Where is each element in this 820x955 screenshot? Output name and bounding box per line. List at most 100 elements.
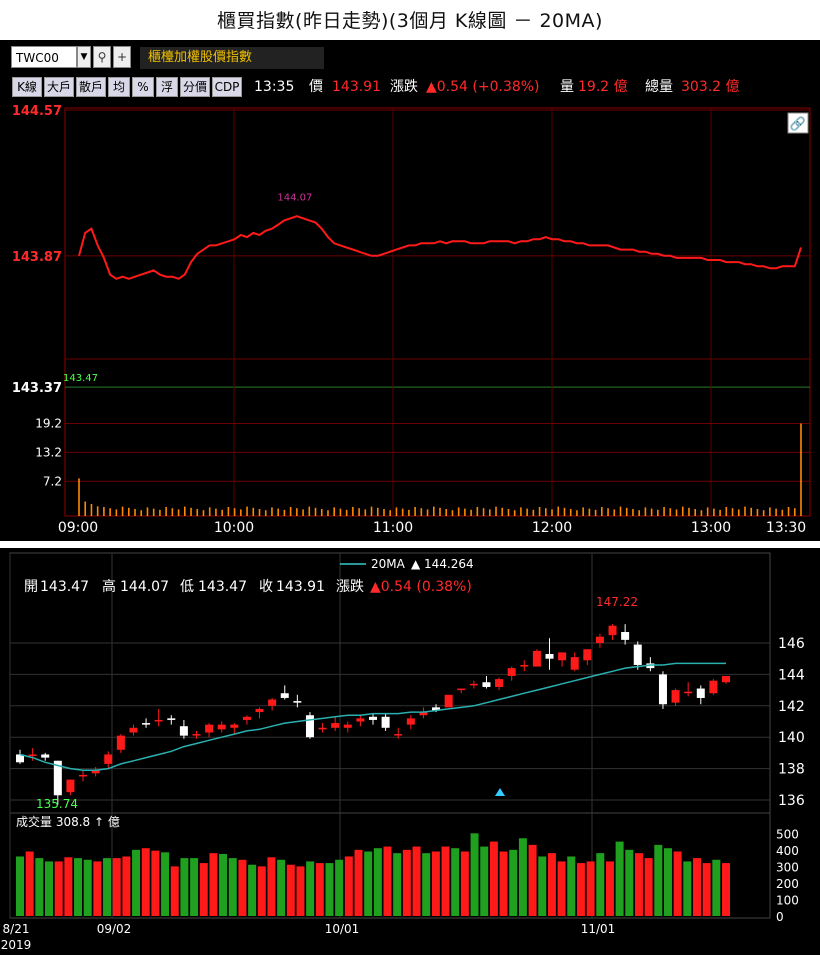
- y-tick: 138: [778, 762, 805, 778]
- vol-bar: [344, 856, 353, 916]
- candle-body: [142, 723, 151, 725]
- vol-bar: [596, 853, 605, 916]
- vol-bar: [286, 864, 295, 916]
- vol-bar: [605, 861, 614, 916]
- vol-bar: [190, 858, 199, 916]
- vol-bar: [315, 863, 324, 916]
- vol-bar: [25, 851, 34, 916]
- vol-bar: [499, 851, 508, 916]
- x-label: 11/01: [581, 922, 616, 936]
- vol-bar: [702, 863, 711, 916]
- vol-label: 19.2: [35, 416, 62, 430]
- x-label: 11:00: [373, 520, 413, 536]
- candle-body: [482, 682, 491, 687]
- vol-bar: [373, 848, 382, 916]
- vol-bar: [625, 849, 634, 916]
- candle-body: [633, 644, 642, 665]
- vol-bar: [103, 858, 112, 916]
- ohlc-text: 漲跌: [336, 579, 364, 595]
- low-mark: 135.74: [36, 797, 78, 811]
- vol-bar: [354, 849, 363, 916]
- vol-bar: [654, 844, 663, 916]
- max-price-label: 144.07: [277, 192, 312, 203]
- candle-body: [116, 735, 125, 750]
- y-tick: 140: [778, 730, 805, 746]
- vol-bar: [35, 858, 44, 916]
- candle-body: [671, 690, 680, 703]
- candle-body: [583, 649, 592, 661]
- vol-bar: [712, 859, 721, 916]
- y-label-mid: 143.87: [12, 250, 62, 265]
- candle-body: [154, 719, 163, 722]
- vol-bar: [509, 849, 518, 916]
- vol-bar: [518, 838, 527, 916]
- vol-bar: [576, 863, 585, 916]
- link-icon-glyph: 🔗: [790, 115, 806, 132]
- candle-body: [457, 688, 466, 691]
- candle-body: [255, 708, 264, 713]
- x-label: 13:30: [766, 520, 806, 536]
- kline-chart: 14614414214013813620MA ▲ 144.264開 143.47 高 1…: [1, 552, 805, 952]
- candle-body: [558, 652, 567, 661]
- vol-bar: [644, 858, 653, 916]
- intraday-chart: 144.57 143.87 143.37143.47 144.07 🔗 19.2 13.2 7…: [12, 104, 811, 536]
- ohlc-text: 開: [24, 579, 38, 595]
- vol-bar: [615, 841, 624, 916]
- vol-bar: [663, 848, 672, 916]
- candle-body: [179, 726, 188, 736]
- candle-body: [532, 650, 541, 667]
- x-label: 10:00: [214, 520, 254, 536]
- vol-bar: [267, 857, 276, 916]
- vol-tick: 100: [776, 893, 799, 907]
- x-label: 10/01: [325, 922, 360, 936]
- vol-bar: [257, 866, 266, 916]
- vol-bar: [364, 851, 373, 916]
- ohlc-text: 低: [180, 579, 194, 595]
- candle-body: [520, 664, 529, 667]
- vol-tick: 200: [776, 877, 799, 891]
- candle-body: [696, 688, 705, 698]
- candle-body: [444, 694, 453, 708]
- y-tick: 144: [778, 667, 805, 683]
- vol-bar: [402, 849, 411, 916]
- candle-body: [205, 724, 214, 733]
- y-tick: 142: [778, 699, 805, 715]
- high-mark: 147.22: [596, 595, 638, 609]
- candle-body: [709, 680, 718, 694]
- vol-label: 7.2: [43, 474, 62, 488]
- candle-body: [356, 718, 365, 722]
- vol-bar: [238, 859, 247, 916]
- candle-body: [684, 691, 693, 694]
- vol-bar: [412, 846, 421, 916]
- vol-bar: [335, 859, 344, 916]
- vol-bar: [306, 861, 315, 916]
- candle-body: [318, 727, 327, 730]
- candle-body: [331, 723, 340, 728]
- x-label: 09/02: [97, 922, 132, 936]
- candle-body: [369, 716, 377, 720]
- candle-body: [495, 679, 504, 687]
- ohlc-text: 收: [259, 579, 273, 595]
- vol-bar: [383, 846, 392, 916]
- legend-name: 20MA: [371, 557, 406, 571]
- vol-tick: 300: [776, 860, 799, 874]
- vol-bar: [673, 851, 682, 916]
- vol-bar: [248, 864, 257, 916]
- kline-panel: 146 144 142 140 138 136 20MA ▲ 144.264 開 143.47 高 1…: [0, 548, 820, 955]
- x-label: 09:00: [58, 520, 98, 536]
- vol-bar: [422, 853, 431, 916]
- vol-bar: [557, 861, 566, 916]
- vol-bar: [586, 861, 595, 916]
- vol-bar: [209, 853, 218, 916]
- vol-bar: [122, 856, 131, 916]
- y-label-ref: 143.37: [12, 381, 62, 396]
- vol-bar: [489, 841, 498, 916]
- candle-body: [381, 716, 390, 728]
- vol-bar: [451, 848, 460, 916]
- vol-label: 成交量 308.8 ↑ 億: [16, 814, 120, 829]
- candle-body: [469, 683, 478, 686]
- prev-close-label: 143.47: [63, 373, 98, 384]
- vol-bar: [634, 853, 643, 916]
- vol-bar: [296, 866, 305, 916]
- vol-bar: [54, 861, 63, 916]
